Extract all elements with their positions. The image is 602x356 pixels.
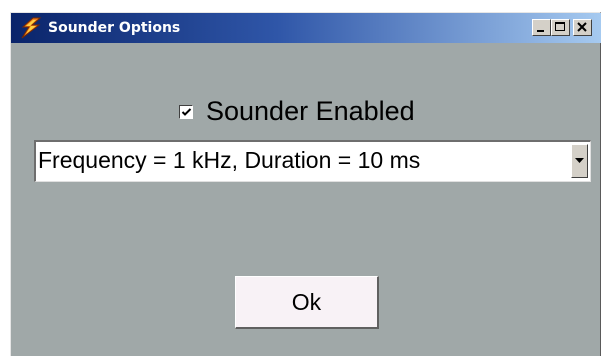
frequency-duration-select[interactable]: Frequency = 1 kHz, Duration = 10 ms — [34, 140, 591, 182]
maximize-button[interactable] — [551, 19, 570, 36]
ok-button[interactable]: Ok — [235, 276, 379, 329]
title-bar[interactable]: Sounder Options — [11, 13, 601, 43]
lightning-bolt-icon — [19, 17, 43, 39]
sounder-options-window: Sounder Options Sounder Enabled Frequenc… — [10, 12, 601, 356]
sounder-enabled-label[interactable]: Sounder Enabled — [206, 96, 415, 126]
close-button[interactable] — [573, 19, 592, 36]
dropdown-button[interactable] — [571, 144, 588, 178]
select-value: Frequency = 1 kHz, Duration = 10 ms — [38, 147, 421, 173]
sounder-enabled-checkbox[interactable] — [179, 105, 193, 119]
window-title: Sounder Options — [48, 20, 181, 36]
minimize-button[interactable] — [532, 19, 551, 36]
